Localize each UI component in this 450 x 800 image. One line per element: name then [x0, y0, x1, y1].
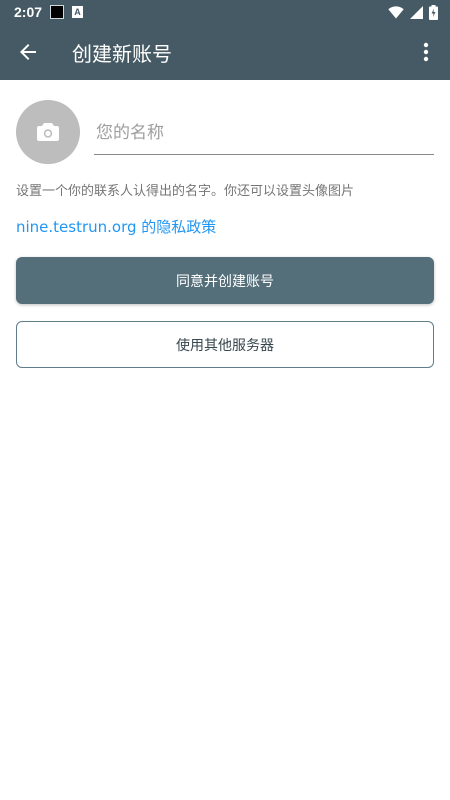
use-other-server-button[interactable]: 使用其他服务器: [16, 321, 434, 368]
a-letter-icon: A: [72, 6, 84, 18]
black-square-icon: [50, 5, 65, 19]
avatar-picker[interactable]: [16, 100, 80, 164]
profile-row: [16, 100, 434, 164]
display-name-hint: 设置一个你的联系人认得出的名字。你还可以设置头像图片: [16, 184, 355, 199]
status-bar-left: 2:07 A: [14, 4, 84, 20]
status-bar: 2:07 A: [0, 0, 450, 24]
display-name-input[interactable]: [94, 111, 434, 155]
camera-icon: [37, 123, 59, 141]
privacy-policy-link[interactable]: nine.testrun.org 的隐私政策: [16, 216, 216, 237]
arrow-back-icon: [20, 44, 36, 60]
wifi-icon: [388, 5, 404, 18]
app-bar: 创建新账号: [0, 24, 450, 80]
agree-create-account-button[interactable]: 同意并创建账号: [16, 257, 434, 304]
back-button[interactable]: [0, 24, 56, 80]
overflow-menu-button[interactable]: [402, 24, 450, 80]
more-vert-icon: [423, 42, 429, 62]
cellular-signal-icon: [410, 5, 423, 19]
page-title: 创建新账号: [72, 41, 172, 66]
battery-charging-icon: [429, 4, 438, 20]
status-bar-right: [388, 4, 438, 20]
status-time: 2:07: [14, 4, 43, 20]
